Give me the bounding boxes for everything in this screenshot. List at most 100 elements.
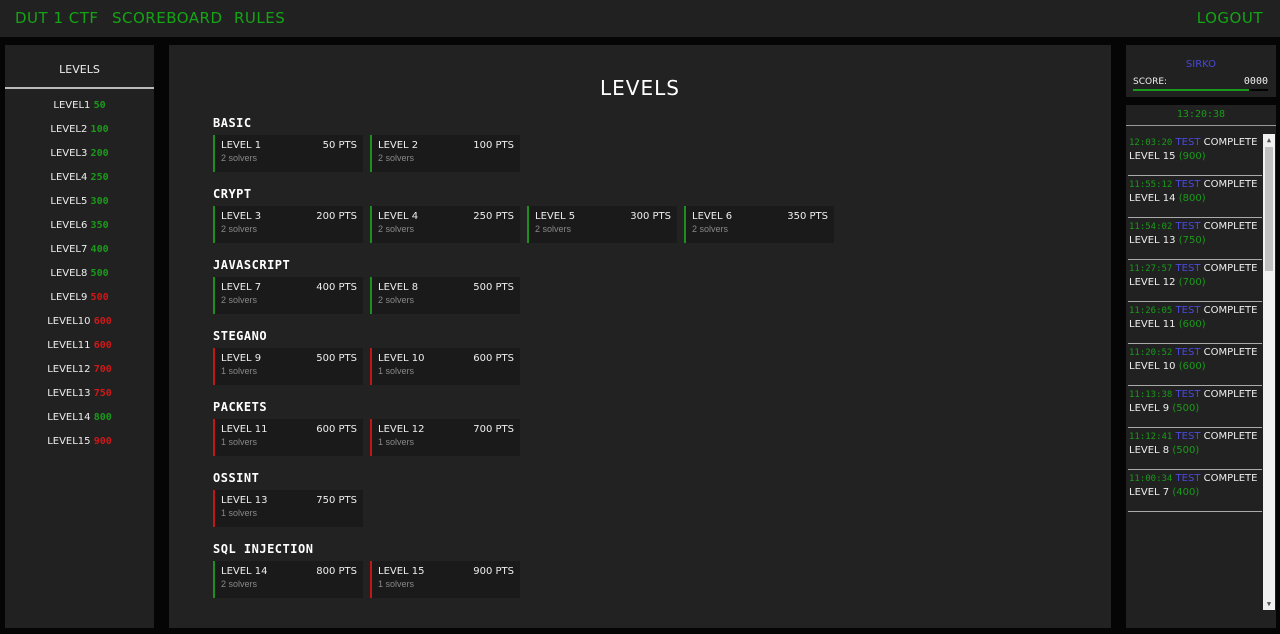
level-card[interactable]: LEVEL 5 300 PTS 2 solvers [527,206,677,243]
level-card[interactable]: LEVEL 11 600 PTS 1 solvers [213,419,363,456]
username[interactable]: SIRKO [1126,59,1276,70]
category-section: CRYPT LEVEL 3 200 PTS 2 solvers LEVEL 4 250 P… [213,187,841,243]
sidebar-level-list: LEVEL1 50 LEVEL2 100 LEVEL3 200 LEVEL4 250 L… [5,97,154,457]
feed-user: TEST [1175,305,1201,316]
levels-panel: LEVELS BASIC LEVEL 1 50 PTS 2 solvers LEVEL … [169,45,1111,628]
category-section: STEGANO LEVEL 9 500 PTS 1 solvers LEVEL 10 60… [213,329,527,385]
feed-action: COMPLETE [1203,221,1258,232]
feed-points: (500) [1172,403,1200,414]
scroll-thumb[interactable] [1265,147,1273,271]
scroll-up-icon[interactable]: ▲ [1263,134,1275,146]
feed-action: COMPLETE [1203,473,1258,484]
sidebar-item-level7[interactable]: LEVEL7 400 [5,241,154,265]
sidebar-item-level15[interactable]: LEVEL15 900 [5,433,154,457]
level-solvers: 1 solvers [221,437,258,447]
nav-scoreboard-link[interactable]: SCOREBOARD [112,9,223,27]
feed-level: LEVEL 11 [1129,319,1176,330]
category-section: BASIC LEVEL 1 50 PTS 2 solvers LEVEL 2 100 PT… [213,116,527,172]
sidebar-item-level3[interactable]: LEVEL3 200 [5,145,154,169]
level-card[interactable]: LEVEL 6 350 PTS 2 solvers [684,206,834,243]
sidebar-item-label: LEVEL3 [50,148,88,159]
level-card[interactable]: LEVEL 3 200 PTS 2 solvers [213,206,363,243]
score-progress-bar [1133,89,1268,91]
level-card[interactable]: LEVEL 7 400 PTS 2 solvers [213,277,363,314]
sidebar-item-level10[interactable]: LEVEL10 600 [5,313,154,337]
level-name: LEVEL 12 [378,424,425,435]
category-levels: LEVEL 9 500 PTS 1 solvers LEVEL 10 600 PTS 1 … [213,348,527,385]
sidebar-item-label: LEVEL10 [47,316,91,327]
level-card[interactable]: LEVEL 8 500 PTS 2 solvers [370,277,520,314]
feed-time: 11:20:52 [1129,348,1173,358]
category-levels: LEVEL 13 750 PTS 1 solvers [213,490,370,527]
level-points: 900 PTS [473,566,514,577]
sidebar-item-level2[interactable]: LEVEL2 100 [5,121,154,145]
sidebar-item-level11[interactable]: LEVEL11 600 [5,337,154,361]
level-card[interactable]: LEVEL 4 250 PTS 2 solvers [370,206,520,243]
feed-scrollbar[interactable]: ▲ ▼ [1263,134,1275,610]
feed-action: COMPLETE [1203,263,1258,274]
sidebar-item-level12[interactable]: LEVEL12 700 [5,361,154,385]
levels-sidebar: LEVELS LEVEL1 50 LEVEL2 100 LEVEL3 200 LEVE… [5,45,154,628]
sidebar-item-points: 500 [90,268,109,279]
level-card[interactable]: LEVEL 10 600 PTS 1 solvers [370,348,520,385]
category-title: CRYPT [213,187,252,201]
level-points: 250 PTS [473,211,514,222]
sidebar-item-level8[interactable]: LEVEL8 500 [5,265,154,289]
level-points: 350 PTS [787,211,828,222]
level-card[interactable]: LEVEL 12 700 PTS 1 solvers [370,419,520,456]
sidebar-item-level13[interactable]: LEVEL13 750 [5,385,154,409]
nav-logout-link[interactable]: LOGOUT [1197,9,1263,27]
feed-action: COMPLETE [1203,389,1258,400]
sidebar-item-level4[interactable]: LEVEL4 250 [5,169,154,193]
sidebar-item-level6[interactable]: LEVEL6 350 [5,217,154,241]
sidebar-item-points: 50 [93,100,106,111]
sidebar-item-label: LEVEL15 [47,436,91,447]
scroll-down-icon[interactable]: ▼ [1263,598,1275,610]
sidebar-item-label: LEVEL5 [50,196,88,207]
nav-home-link[interactable]: DUT 1 CTF [15,9,99,27]
level-points: 750 PTS [316,495,357,506]
clock-divider [1126,125,1276,126]
feed-points: (900) [1178,151,1206,162]
level-solvers: 2 solvers [535,224,572,234]
feed-user: TEST [1175,389,1201,400]
feed-item: 12:03:20 TEST COMPLETE LEVEL 15 (900) [1128,134,1262,176]
activity-feed[interactable]: 12:03:20 TEST COMPLETE LEVEL 15 (900) 11:5… [1128,134,1262,612]
level-card[interactable]: LEVEL 1 50 PTS 2 solvers [213,135,363,172]
feed-level: LEVEL 14 [1129,193,1176,204]
feed-level: LEVEL 9 [1129,403,1170,414]
level-points: 600 PTS [473,353,514,364]
level-name: LEVEL 1 [221,140,262,151]
sidebar-item-level5[interactable]: LEVEL5 300 [5,193,154,217]
category-levels: LEVEL 14 800 PTS 2 solvers LEVEL 15 900 PTS 1… [213,561,527,598]
level-solvers: 2 solvers [221,579,258,589]
feed-level: LEVEL 10 [1129,361,1176,372]
category-levels: LEVEL 7 400 PTS 2 solvers LEVEL 8 500 PTS 2 s… [213,277,527,314]
feed-item: 11:55:12 TEST COMPLETE LEVEL 14 (800) [1128,176,1262,218]
feed-item: 11:27:57 TEST COMPLETE LEVEL 12 (700) [1128,260,1262,302]
sidebar-item-level9[interactable]: LEVEL9 500 [5,289,154,313]
nav-rules-link[interactable]: RULES [234,9,285,27]
level-name: LEVEL 15 [378,566,425,577]
level-card[interactable]: LEVEL 9 500 PTS 1 solvers [213,348,363,385]
level-name: LEVEL 11 [221,424,268,435]
feed-item: 11:54:02 TEST COMPLETE LEVEL 13 (750) [1128,218,1262,260]
level-card[interactable]: LEVEL 15 900 PTS 1 solvers [370,561,520,598]
feed-item: 11:00:34 TEST COMPLETE LEVEL 7 (400) [1128,470,1262,512]
feed-user: TEST [1175,263,1201,274]
user-panel: SIRKO SCORE: 0000 [1126,45,1276,97]
level-solvers: 2 solvers [378,224,415,234]
activity-feed-panel: 13:20:38 12:03:20 TEST COMPLETE LEVEL 15 … [1126,105,1276,628]
level-points: 200 PTS [316,211,357,222]
feed-action: COMPLETE [1203,179,1258,190]
level-solvers: 2 solvers [692,224,729,234]
category-title: JAVASCRIPT [213,258,291,272]
level-card[interactable]: LEVEL 14 800 PTS 2 solvers [213,561,363,598]
sidebar-item-level14[interactable]: LEVEL14 800 [5,409,154,433]
level-points: 500 PTS [316,353,357,364]
sidebar-item-level1[interactable]: LEVEL1 50 [5,97,154,121]
sidebar-item-label: LEVEL4 [50,172,88,183]
level-name: LEVEL 14 [221,566,268,577]
level-card[interactable]: LEVEL 2 100 PTS 2 solvers [370,135,520,172]
level-card[interactable]: LEVEL 13 750 PTS 1 solvers [213,490,363,527]
